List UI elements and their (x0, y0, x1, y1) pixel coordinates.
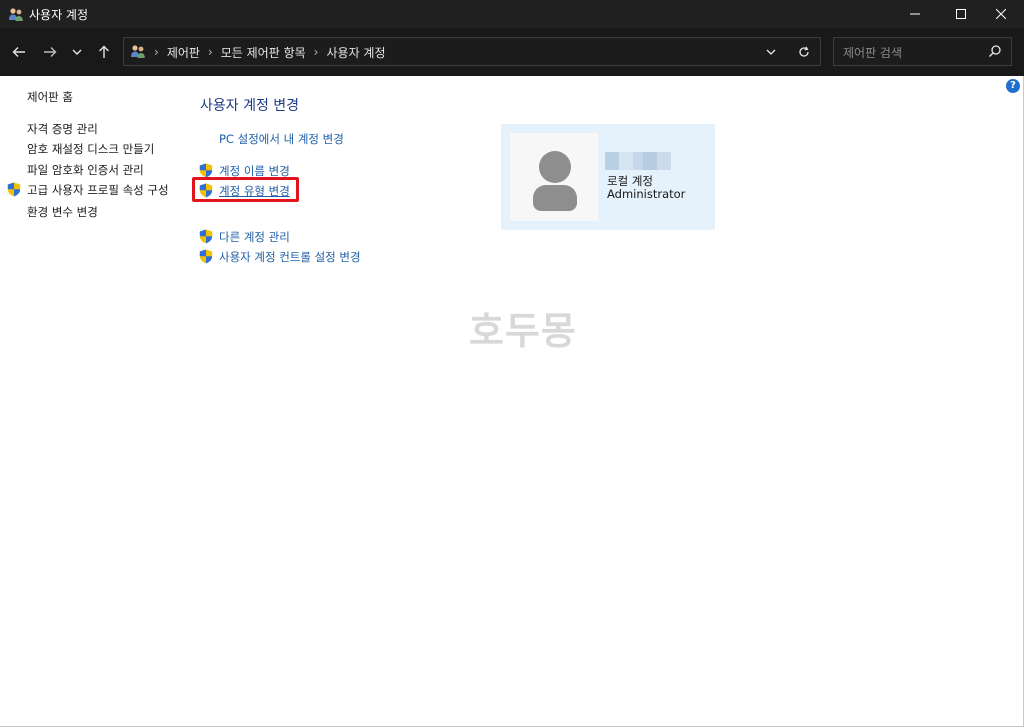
task-link-manage-other-accounts[interactable]: 다른 계정 관리 (219, 229, 290, 245)
maximize-icon (956, 9, 966, 19)
users-icon (9, 8, 23, 21)
chevron-down-icon (72, 49, 82, 55)
forward-button[interactable] (39, 41, 61, 63)
close-button[interactable] (978, 0, 1024, 28)
avatar-body (533, 185, 577, 211)
page-title: 사용자 계정 변경 (200, 98, 300, 114)
address-dropdown-button[interactable] (765, 46, 777, 58)
help-icon[interactable]: ? (1006, 79, 1020, 93)
users-icon (131, 45, 145, 58)
task-link-pc-settings-account[interactable]: PC 설정에서 내 계정 변경 (219, 131, 344, 147)
address-input[interactable]: › 제어판 › 모든 제어판 항목 › 사용자 계정 (123, 37, 821, 66)
account-group: Administrator (607, 187, 686, 201)
recent-locations-button[interactable] (66, 41, 88, 63)
breadcrumb-control-panel[interactable]: 제어판 (167, 44, 200, 61)
sidebar-item-credential-manager[interactable]: 자격 증명 관리 (27, 121, 98, 137)
breadcrumb: › 제어판 › 모든 제어판 항목 › 사용자 계정 (150, 44, 386, 60)
minimize-icon (910, 13, 920, 15)
arrow-left-icon (12, 47, 25, 57)
uac-shield-icon (199, 163, 213, 178)
minimize-button[interactable] (892, 0, 938, 28)
search-placeholder: 제어판 검색 (843, 46, 903, 60)
sidebar-item-environment-variables[interactable]: 환경 변수 변경 (27, 204, 98, 220)
address-toolbar: › 제어판 › 모든 제어판 항목 › 사용자 계정 제어판 검색 (0, 28, 1024, 76)
title-bar: 사용자 계정 (0, 0, 1024, 28)
uac-shield-icon (199, 249, 213, 264)
up-button[interactable] (93, 41, 115, 63)
refresh-button[interactable] (798, 46, 810, 58)
account-name-redacted (605, 152, 671, 170)
close-icon (996, 9, 1006, 19)
avatar (510, 133, 598, 221)
uac-shield-icon (199, 229, 213, 244)
arrow-up-icon (99, 45, 109, 58)
account-card: 로컬 계정 Administrator (501, 124, 715, 230)
arrow-right-icon (44, 47, 57, 57)
sidebar-item-advanced-profile-properties[interactable]: 고급 사용자 프로필 속성 구성 (27, 182, 169, 198)
sidebar-item-file-encryption-certs[interactable]: 파일 암호화 인증서 관리 (27, 162, 144, 178)
search-input[interactable]: 제어판 검색 (833, 37, 1012, 66)
watermark: 호두몽 (469, 309, 577, 353)
breadcrumb-separator: › (313, 45, 319, 59)
chevron-down-icon (766, 49, 776, 55)
task-link-uac-settings[interactable]: 사용자 계정 컨트롤 설정 변경 (219, 249, 361, 265)
breadcrumb-user-accounts[interactable]: 사용자 계정 (326, 44, 385, 61)
breadcrumb-all-items[interactable]: 모든 제어판 항목 (221, 44, 306, 61)
window-title: 사용자 계정 (29, 8, 89, 22)
refresh-icon (799, 46, 809, 57)
uac-shield-icon (7, 182, 21, 197)
avatar-head (539, 151, 571, 183)
sidebar-item-password-reset-disk[interactable]: 암호 재설정 디스크 만들기 (27, 141, 154, 157)
breadcrumb-separator: › (154, 45, 159, 59)
breadcrumb-separator: › (207, 45, 213, 59)
sidebar-item-control-panel-home[interactable]: 제어판 홈 (27, 89, 73, 105)
search-icon[interactable] (988, 44, 1002, 58)
highlight-box (192, 177, 299, 202)
back-button[interactable] (8, 41, 30, 63)
